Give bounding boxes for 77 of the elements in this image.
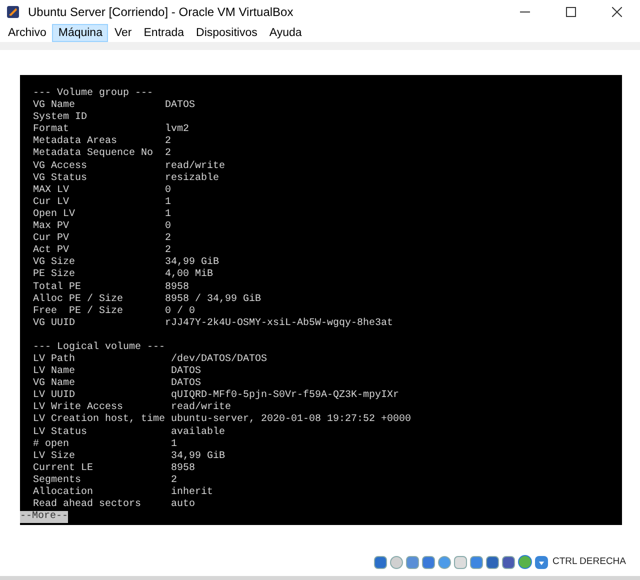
console-value: 0: [165, 221, 172, 233]
console-label: Free PE / Size: [33, 306, 124, 318]
console-label: Metadata Sequence No: [33, 148, 154, 161]
console-value: 2: [165, 136, 172, 148]
console-label: LV Name: [33, 366, 76, 378]
console-value: read/write: [165, 160, 226, 172]
console-value: DATOS: [165, 100, 196, 112]
console-value: /dev/DATOS/DATOS: [171, 354, 268, 366]
console-value: 34,99 GiB: [165, 257, 220, 268]
console-value: rJJ47Y-2k4U-OSMY-xsiL-Ab5W-wgqy-8he3at: [165, 318, 394, 330]
menu-item[interactable]: Entrada: [138, 24, 190, 42]
console-value: 2: [165, 148, 172, 160]
console-label: LV Size: [33, 450, 76, 463]
console-value: 0: [165, 184, 172, 197]
console-label: Open LV: [33, 208, 76, 221]
menu-item[interactable]: Archivo: [2, 24, 52, 42]
console-value: 8958: [171, 462, 196, 475]
console-label: Format: [33, 124, 70, 136]
console-value: read/write: [171, 402, 232, 414]
console-label: LV Path: [33, 354, 76, 366]
console-label: LV Creation host, time: [33, 414, 166, 427]
console-value: auto: [171, 499, 196, 512]
console-label: VG Access: [33, 160, 88, 173]
app-icon: [6, 5, 20, 19]
arrow-down-icon[interactable]: [535, 556, 548, 568]
console-label: VG Name: [33, 100, 76, 112]
console-label: MAX LV: [33, 184, 70, 197]
console-value: DATOS: [171, 366, 202, 378]
console-value: 34,99 GiB: [171, 450, 226, 463]
pager-prompt: --More--: [20, 511, 68, 524]
console-label: LV Write Access: [33, 402, 124, 414]
console-value: 8958: [165, 282, 190, 294]
console-label: VG Size: [33, 257, 76, 268]
console-value: qUIQRD-MFf0-5pjn-S0Vr-f59A-QZ3K-mpyIXr: [171, 390, 400, 402]
console-label: LV Status: [33, 426, 88, 439]
console-value: 8958 / 34,99 GiB: [165, 294, 262, 306]
console-label: Cur LV: [33, 196, 70, 209]
console-line: --- Logical volume ---: [33, 342, 166, 353]
console-label: # open: [33, 438, 70, 450]
console-label: Max PV: [33, 221, 70, 233]
console-label: PE Size: [33, 269, 76, 282]
console-value: DATOS: [171, 378, 202, 390]
console-label: Act PV: [33, 245, 70, 256]
console-label: VG Name: [33, 378, 76, 390]
console-value: 1: [165, 196, 172, 209]
console-value: resizable: [165, 172, 220, 185]
console-value: inherit: [171, 487, 214, 499]
console-label: Cur PV: [33, 233, 70, 245]
console-label: System ID: [33, 112, 88, 124]
console-line: --- Volume group ---: [33, 88, 154, 99]
console-value: 4,00 MiB: [165, 269, 214, 282]
host-key-label: CTRL DERECHA: [552, 554, 626, 569]
console-value: 2: [165, 233, 172, 245]
console-label: VG Status: [33, 172, 88, 185]
console-label: Segments: [33, 474, 82, 486]
menu-item[interactable]: Ayuda: [263, 24, 308, 42]
console-label: LV UUID: [33, 390, 76, 402]
console-label: Allocation: [33, 487, 94, 498]
console-label: VG UUID: [33, 318, 76, 330]
console-value: 1: [165, 208, 172, 222]
menu-item[interactable]: Ver: [108, 24, 138, 42]
console-value: ubuntu-server, 2020-01-08 19:27:52 +0000: [171, 414, 412, 426]
window-title: Ubuntu Server [Corriendo] - Oracle VM VirtualBox: [28, 4, 294, 21]
menu-item[interactable]: Dispositivos: [190, 24, 264, 42]
console-value: 2: [165, 245, 172, 257]
console-label: Current LE: [33, 462, 94, 475]
vm-screen[interactable]: [20, 75, 622, 525]
console-label: Alloc PE / Size: [33, 294, 124, 306]
console-value: 0 / 0: [165, 306, 196, 318]
console-label: Total PE: [33, 282, 82, 294]
console-value: 1: [171, 438, 178, 451]
console-value: 2: [171, 474, 178, 486]
console-label: Read ahead sectors: [33, 499, 142, 511]
console-value: available: [171, 426, 226, 439]
console-value: lvm2: [165, 124, 190, 136]
menu-item[interactable]: Máquina: [52, 24, 108, 42]
console-label: Metadata Areas: [33, 136, 118, 148]
